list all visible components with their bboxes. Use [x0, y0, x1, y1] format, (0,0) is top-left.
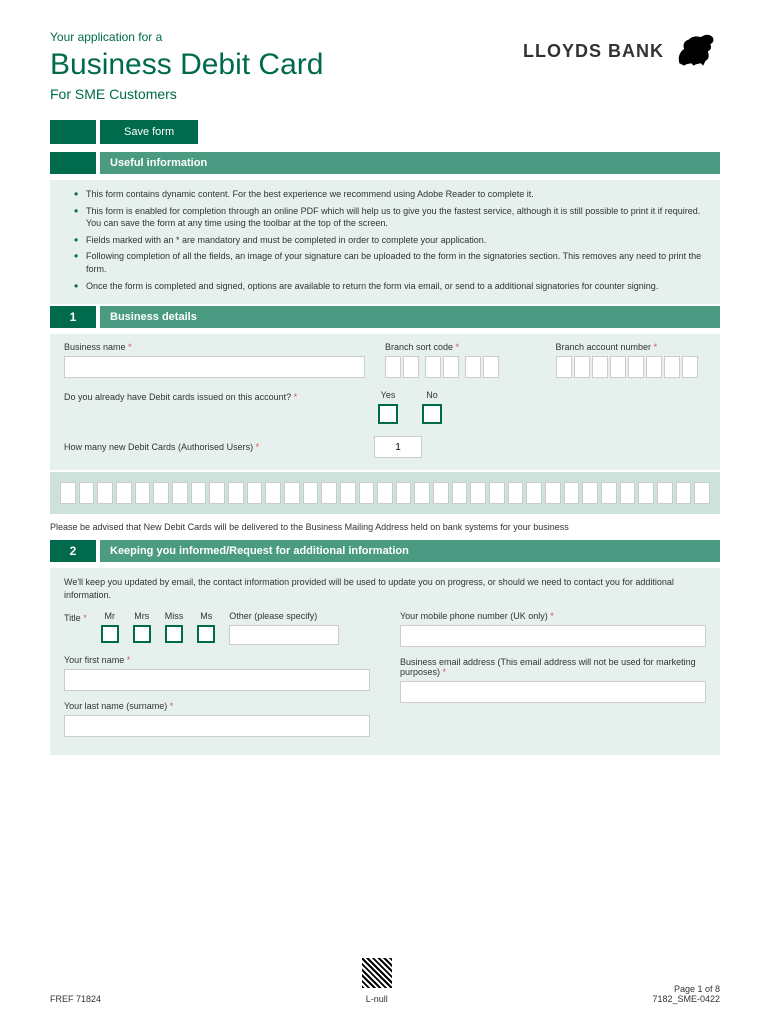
info-item: Once the form is completed and signed, o… — [74, 280, 706, 293]
logo-area: LLOYDS BANK — [523, 30, 720, 73]
useful-info-title: Useful information — [100, 152, 720, 174]
info-item: Fields marked with an * are mandatory an… — [74, 234, 706, 247]
info-item: This form is enabled for completion thro… — [74, 205, 706, 230]
header-subtitle: For SME Customers — [50, 86, 720, 102]
info-item: This form contains dynamic content. For … — [74, 188, 706, 201]
footer: FREF 71824 L-null Page 1 of 8 7182_SME-0… — [50, 958, 720, 1004]
horse-icon — [672, 30, 720, 73]
useful-info-spacer — [50, 152, 96, 174]
qr-icon — [362, 958, 392, 988]
useful-info-list: This form contains dynamic content. For … — [64, 188, 706, 292]
first-name-input[interactable] — [64, 669, 370, 691]
save-spacer — [50, 120, 96, 144]
no-label: No — [422, 390, 442, 400]
yes-checkbox[interactable] — [378, 404, 398, 424]
title-label: Title * — [64, 611, 87, 623]
how-many-label: How many new Debit Cards (Authorised Use… — [64, 442, 354, 452]
acct-num-input[interactable] — [556, 356, 707, 378]
how-many-input[interactable] — [374, 436, 422, 458]
footer-left: FREF 71824 — [50, 994, 101, 1004]
first-name-label: Your first name * — [64, 655, 370, 665]
mobile-label: Your mobile phone number (UK only) * — [400, 611, 706, 621]
title-ms-label: Ms — [197, 611, 215, 621]
section2-num: 2 — [50, 540, 96, 562]
last-name-label: Your last name (surname) * — [64, 701, 370, 711]
section2-intro: We'll keep you updated by email, the con… — [64, 576, 706, 601]
section1-title: Business details — [100, 306, 720, 328]
acct-num-label: Branch account number * — [556, 342, 707, 352]
sort-code-label: Branch sort code * — [385, 342, 536, 352]
existing-debit-label: Do you already have Debit cards issued o… — [64, 390, 354, 402]
strip-boxes[interactable] — [60, 482, 710, 504]
business-name-input[interactable] — [64, 356, 365, 378]
email-input[interactable] — [400, 681, 706, 703]
logo-text: LLOYDS BANK — [523, 41, 664, 62]
footer-page: Page 1 of 8 — [652, 984, 720, 994]
mobile-input[interactable] — [400, 625, 706, 647]
title-mrs-checkbox[interactable] — [133, 625, 151, 643]
title-ms-checkbox[interactable] — [197, 625, 215, 643]
footer-center: L-null — [366, 994, 388, 1004]
last-name-input[interactable] — [64, 715, 370, 737]
title-mr-checkbox[interactable] — [101, 625, 119, 643]
section2-title: Keeping you informed/Request for additio… — [100, 540, 720, 562]
delivery-advisory: Please be advised that New Debit Cards w… — [50, 518, 720, 540]
section1-num: 1 — [50, 306, 96, 328]
no-checkbox[interactable] — [422, 404, 442, 424]
title-miss-checkbox[interactable] — [165, 625, 183, 643]
title-mrs-label: Mrs — [133, 611, 151, 621]
strip-row — [50, 472, 720, 514]
footer-code: 7182_SME-0422 — [652, 994, 720, 1004]
business-name-label: Business name * — [64, 342, 365, 352]
sort-code-input[interactable] — [385, 356, 536, 378]
info-item: Following completion of all the fields, … — [74, 250, 706, 275]
title-other-label: Other (please specify) — [229, 611, 339, 621]
title-mr-label: Mr — [101, 611, 119, 621]
title-miss-label: Miss — [165, 611, 184, 621]
title-other-input[interactable] — [229, 625, 339, 645]
save-button[interactable]: Save form — [100, 120, 198, 144]
yes-label: Yes — [378, 390, 398, 400]
email-label: Business email address (This email addre… — [400, 657, 706, 677]
